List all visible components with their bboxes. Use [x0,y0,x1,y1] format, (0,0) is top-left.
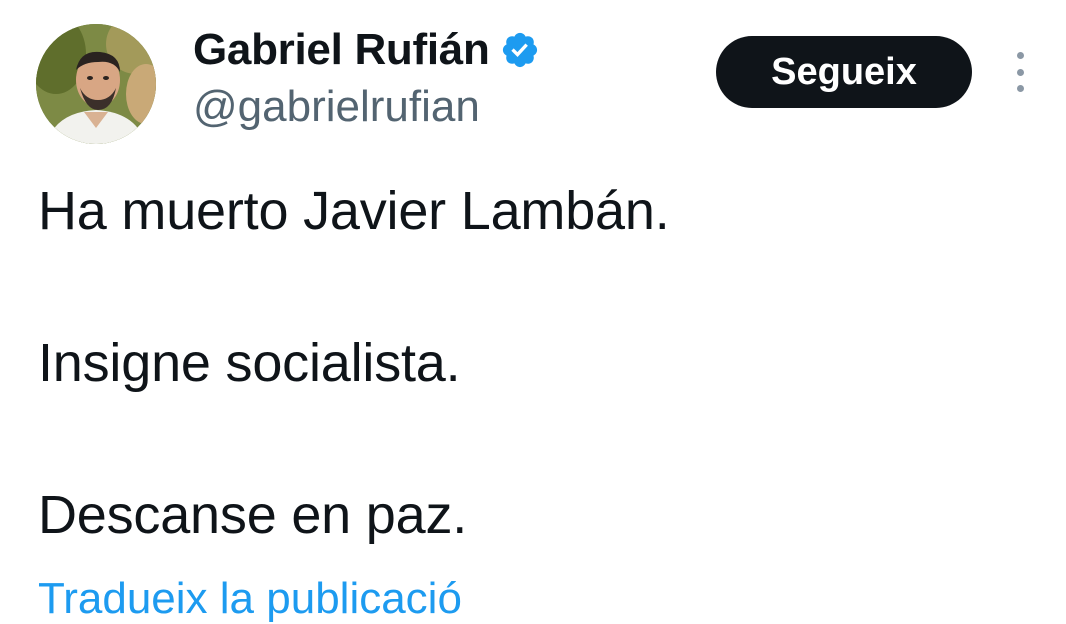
follow-button[interactable]: Segueix [716,36,972,108]
tweet-text-line: Descanse en paz. [38,485,468,545]
avatar[interactable] [36,24,156,144]
tweet-card: Gabriel Rufián @gabrielrufian Segueix Ha… [0,0,1066,623]
tweet-text-line: Insigne socialista. [38,333,461,393]
more-vertical-icon[interactable] [1002,48,1038,96]
author-display-name[interactable]: Gabriel Rufián [193,25,490,75]
more-dot [1016,68,1024,76]
more-dot [1016,85,1024,92]
translate-post-link[interactable]: Tradueix la publicació [38,574,462,624]
author-handle[interactable]: @gabrielrufian [193,82,480,132]
author-name-row: Gabriel Rufián [193,22,540,78]
tweet-text-line: Ha muerto Javier Lambán. [38,181,670,241]
verified-badge-icon [500,30,540,70]
more-dot [1016,52,1024,59]
avatar-photo [36,24,156,144]
